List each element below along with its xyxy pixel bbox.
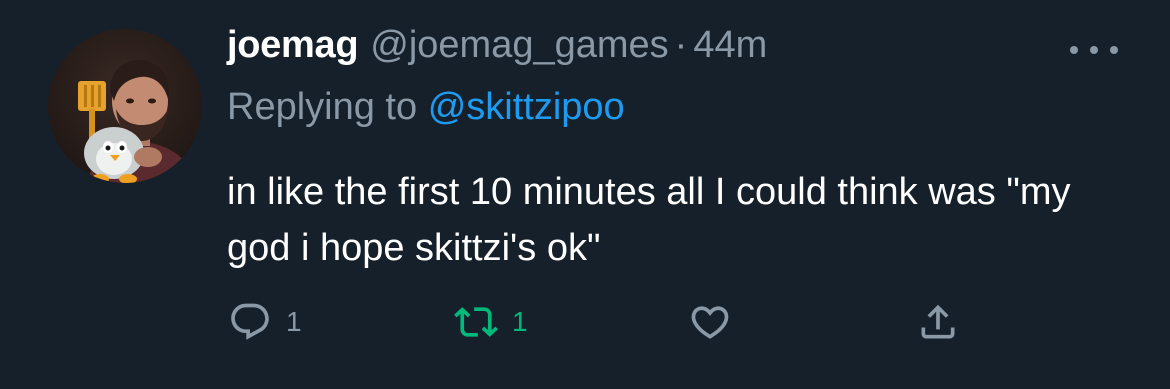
separator-dot: · (674, 24, 688, 66)
more-dot (1110, 46, 1118, 54)
avatar[interactable] (48, 29, 202, 183)
heart-icon (691, 306, 729, 339)
timestamp[interactable]: 44m (693, 24, 767, 67)
reply-count: 1 (286, 306, 302, 337)
user-handle[interactable]: @joemag_games (370, 24, 668, 67)
retweet-count: 1 (512, 306, 528, 337)
share-button[interactable] (916, 298, 960, 346)
replying-to: Replying to @skittzipoo (227, 86, 625, 129)
reply-icon (231, 303, 269, 340)
tweet-header: joemag @joemag_games · 44m (227, 24, 767, 80)
replying-prefix: Replying to (227, 86, 418, 128)
reply-button[interactable]: 1 (228, 298, 302, 346)
more-dot (1090, 46, 1098, 54)
share-icon (921, 304, 955, 339)
tweet-text: in like the first 10 minutes all I could… (227, 171, 1071, 269)
avatar-image (48, 29, 202, 183)
display-name[interactable]: joemag (227, 24, 359, 67)
tweet-actions: 1 1 (228, 298, 988, 346)
retweet-icon (454, 307, 498, 337)
replying-to-mention[interactable]: @skittzipoo (428, 86, 625, 128)
tweet[interactable]: joemag @joemag_games · 44m Replying to @… (0, 0, 1170, 389)
more-icon[interactable] (1070, 40, 1118, 60)
like-button[interactable] (688, 298, 732, 346)
retweet-button[interactable]: 1 (454, 298, 528, 346)
more-dot (1070, 46, 1078, 54)
